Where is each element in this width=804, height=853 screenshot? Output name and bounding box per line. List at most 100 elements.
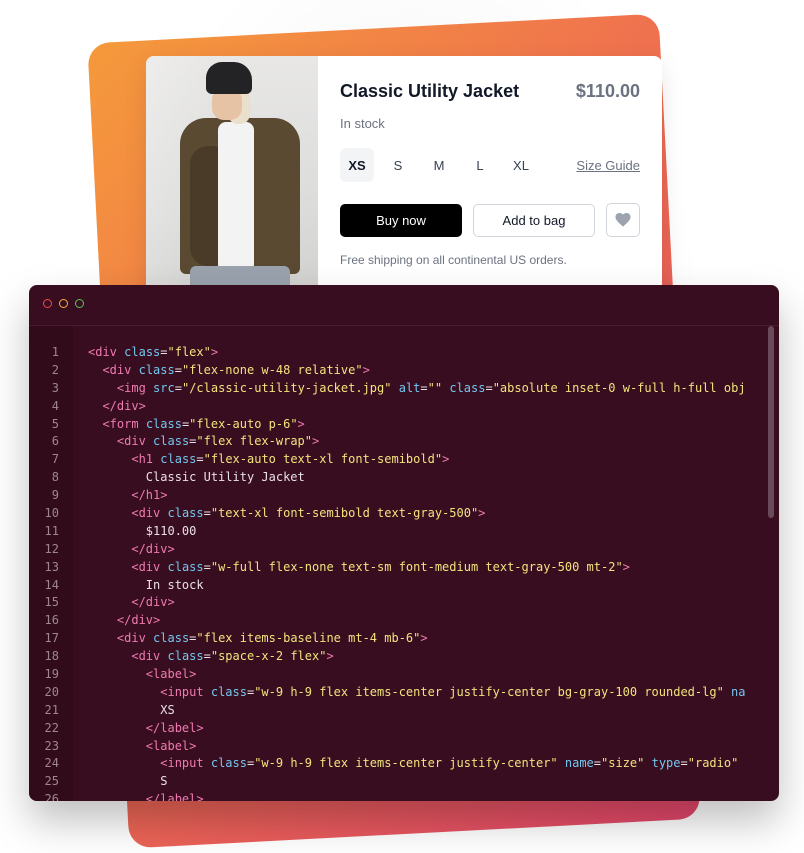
code-token: <label> <box>145 738 197 753</box>
code-token: = <box>420 380 428 395</box>
code-token: <div <box>116 434 146 449</box>
code-token: "flex flex-wrap" <box>196 434 312 449</box>
code-token: "flex-auto text-xl font-semibold" <box>203 452 443 467</box>
close-dot-icon[interactable] <box>43 299 52 308</box>
code-token: "w-full flex-none text-sm font-medium te… <box>210 559 623 574</box>
size-guide-link[interactable]: Size Guide <box>576 158 640 173</box>
line-number: 9 <box>51 488 59 503</box>
code-token: = <box>196 452 204 467</box>
code-token: "/classic-utility-jacket.jpg" <box>181 380 392 395</box>
code-area[interactable]: <div class="flex"> <div class="flex-none… <box>88 344 765 801</box>
code-token: = <box>174 362 182 377</box>
code-line: </div> <box>88 541 765 559</box>
code-token: $110.00 <box>145 523 197 538</box>
code-token: > <box>442 452 450 467</box>
line-number: 20 <box>44 684 59 699</box>
line-number: 17 <box>44 631 59 646</box>
code-token: class <box>138 362 175 377</box>
code-token: class <box>153 631 190 646</box>
code-token: = <box>203 649 211 664</box>
code-token: class <box>167 559 204 574</box>
code-token: S <box>160 774 168 789</box>
scrollbar[interactable] <box>768 326 777 801</box>
line-number: 25 <box>44 774 59 789</box>
scrollbar-thumb[interactable] <box>768 326 774 518</box>
code-line: <img src="/classic-utility-jacket.jpg" a… <box>88 380 765 398</box>
code-line: <form class="flex-auto p-6"> <box>88 416 765 434</box>
code-line: <label> <box>88 666 765 684</box>
code-token: > <box>478 506 486 521</box>
code-token: class <box>167 649 204 664</box>
line-number: 26 <box>44 792 59 801</box>
minimize-dot-icon[interactable] <box>59 299 68 308</box>
size-option-m[interactable]: M <box>422 148 456 182</box>
code-token: > <box>326 649 334 664</box>
stock-status: In stock <box>340 116 385 131</box>
code-token: = <box>203 506 211 521</box>
code-line: <input class="w-9 h-9 flex items-center … <box>88 684 765 702</box>
add-to-bag-button[interactable]: Add to bag <box>473 203 595 237</box>
code-line: In stock <box>88 577 765 595</box>
size-option-xl[interactable]: XL <box>504 148 538 182</box>
size-option-l[interactable]: L <box>463 148 497 182</box>
code-line: <input class="w-9 h-9 flex items-center … <box>88 755 765 773</box>
code-line: <div class="text-xl font-semibold text-g… <box>88 505 765 523</box>
code-token: <form <box>102 416 139 431</box>
code-token: "w-9 h-9 flex items-center justify-cente… <box>254 756 558 771</box>
code-token: "radio" <box>687 756 739 771</box>
code-token: </div> <box>131 541 175 556</box>
code-token: <h1 <box>131 452 154 467</box>
line-number: 15 <box>44 595 59 610</box>
code-token: XS <box>160 702 175 717</box>
code-line: <div class="flex flex-wrap"> <box>88 433 765 451</box>
buy-now-button[interactable]: Buy now <box>340 203 462 237</box>
favorite-button[interactable] <box>606 203 640 237</box>
code-token: > <box>362 362 370 377</box>
size-option-xs[interactable]: XS <box>340 148 374 182</box>
code-token: class <box>124 345 161 359</box>
code-line: </div> <box>88 612 765 630</box>
line-number: 22 <box>44 720 59 735</box>
shipping-note: Free shipping on all continental US orde… <box>340 253 567 267</box>
size-selector: XS S M L XL Size Guide <box>340 148 640 182</box>
code-token: In stock <box>145 577 204 592</box>
line-number: 3 <box>51 380 59 395</box>
size-option-s[interactable]: S <box>381 148 415 182</box>
product-price: $110.00 <box>575 81 640 101</box>
code-token: "" <box>427 380 443 395</box>
editor-titlebar <box>29 285 779 326</box>
product-card: Classic Utility Jacket $110.00 In stock … <box>146 56 662 304</box>
code-token: class <box>449 380 486 395</box>
title-row: Classic Utility Jacket $110.00 <box>340 78 640 102</box>
code-line: <div class="w-full flex-none text-sm fon… <box>88 559 765 577</box>
line-number: 8 <box>51 470 59 485</box>
code-token: = <box>174 380 182 395</box>
code-line: $110.00 <box>88 523 765 541</box>
code-line: <div class="space-x-2 flex"> <box>88 648 765 666</box>
code-token: <input <box>160 756 204 771</box>
code-token: <div <box>116 631 146 646</box>
button-row: Buy now Add to bag <box>340 203 640 237</box>
product-image <box>146 56 318 304</box>
product-form: Classic Utility Jacket $110.00 In stock … <box>318 56 662 304</box>
code-token: </div> <box>116 613 161 628</box>
code-token: class <box>153 434 190 449</box>
code-line: </label> <box>88 791 765 801</box>
line-number: 11 <box>44 523 59 538</box>
code-line: </h1> <box>88 487 765 505</box>
code-token: class <box>210 756 247 771</box>
maximize-dot-icon[interactable] <box>75 299 84 308</box>
code-token: <label> <box>145 667 197 682</box>
code-token: Classic Utility Jacket <box>145 470 305 485</box>
code-line: <h1 class="flex-auto text-xl font-semibo… <box>88 451 765 469</box>
line-number: 23 <box>44 738 59 753</box>
